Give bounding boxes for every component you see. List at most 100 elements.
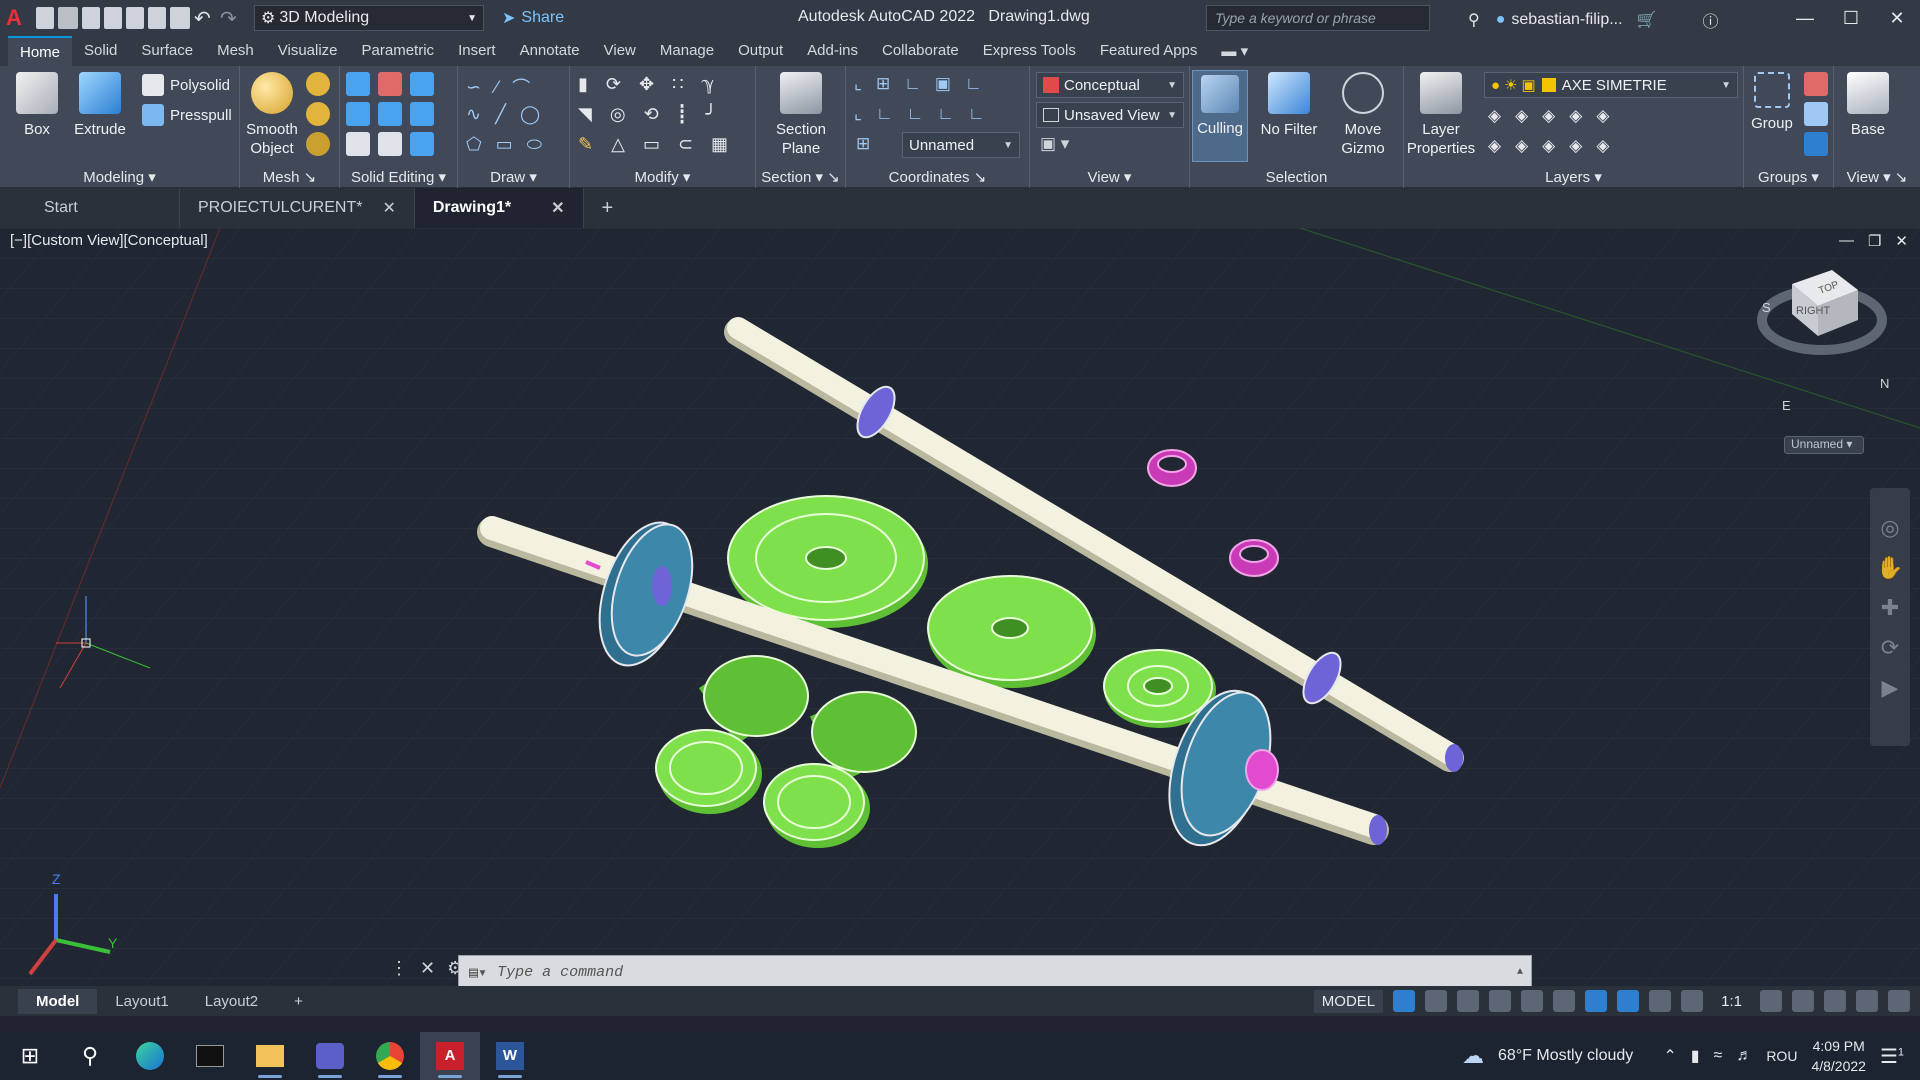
group-select-icon[interactable] (1804, 132, 1828, 156)
edge-browser-icon[interactable] (120, 1032, 180, 1080)
plus-icon[interactable] (1792, 990, 1814, 1012)
windows-start-icon[interactable]: ⊞ (0, 1032, 60, 1080)
ucs-y-icon[interactable]: ∟ (907, 104, 924, 124)
erase-icon[interactable]: ✎ (578, 134, 593, 155)
polysolid-button[interactable]: Polysolid (142, 74, 230, 96)
visual-style-dropdown[interactable]: Conceptual ▼ (1036, 72, 1184, 98)
draw-panel-label[interactable]: Draw ▾ (458, 168, 569, 186)
open-web-icon[interactable] (126, 7, 144, 29)
array-icon[interactable]: ∷ (672, 74, 683, 95)
layer-thaw-icon[interactable]: ◈ (1542, 136, 1555, 156)
workspace-dropdown[interactable]: ⚙ 3D Modeling ▼ (254, 5, 484, 31)
collar-2[interactable] (1229, 539, 1279, 577)
rotate3d-icon[interactable]: ⟳ (606, 74, 621, 95)
grid-array-icon[interactable]: ▦ (711, 134, 728, 155)
ellipse-icon[interactable]: ⬭ (527, 134, 542, 155)
ribbon-tab-mesh[interactable]: Mesh (205, 36, 266, 66)
ucs-object-icon[interactable]: ∟ (965, 74, 982, 94)
teams-icon[interactable] (300, 1032, 360, 1080)
named-view-dropdown[interactable]: Unsaved View ▼ (1036, 102, 1184, 128)
open-file-icon[interactable] (58, 7, 78, 29)
fullscreen-icon[interactable] (1856, 990, 1878, 1012)
shell-icon[interactable] (346, 132, 370, 156)
annotation-scale-icon[interactable] (1681, 990, 1704, 1012)
search-input[interactable]: Type a keyword or phrase (1206, 5, 1430, 31)
minimize-icon[interactable]: — (1839, 232, 1854, 250)
battery-icon[interactable]: ▮ (1691, 1046, 1700, 1066)
layer-unlock-icon[interactable]: ◈ (1569, 136, 1582, 156)
save-web-icon[interactable] (148, 7, 166, 29)
undo-icon[interactable]: ↶ (194, 6, 216, 31)
coordinates-panel-label[interactable]: Coordinates ↘ (846, 168, 1029, 186)
ucs-face-icon[interactable]: ⌞ (854, 104, 862, 124)
rotate-icon[interactable]: ⟲ (644, 104, 659, 125)
search-icon[interactable]: ⚲ (60, 1032, 120, 1080)
ribbon-tab-home[interactable]: Home (8, 36, 73, 66)
layer-isolate-icon[interactable]: ◈ (1515, 106, 1528, 126)
autocad-app-menu-icon[interactable]: A (6, 5, 32, 31)
input-language[interactable]: ROU (1766, 1048, 1797, 1064)
plot-icon[interactable] (170, 7, 190, 29)
mesh-sphere-icon[interactable] (306, 72, 330, 96)
mesh-refine-icon[interactable] (306, 102, 330, 126)
rectangle-icon[interactable]: ▭ (496, 134, 513, 155)
ucs-dropdown[interactable]: Unnamed ▼ (902, 132, 1020, 158)
model-space-button[interactable]: MODEL (1313, 989, 1384, 1013)
doc-tab-drawing1[interactable]: Drawing1* ✕ (414, 188, 584, 228)
isodraft-icon[interactable] (1521, 990, 1544, 1012)
ribbon-tab-featured-apps[interactable]: Featured Apps (1088, 36, 1210, 66)
line-icon[interactable]: ∕ (495, 77, 498, 98)
orbit-icon[interactable]: ⟳ (1870, 628, 1910, 668)
base-view-panel-label[interactable]: View ▾ ↘ (1834, 168, 1920, 186)
ucs-3pt-icon[interactable]: ∟ (968, 104, 985, 124)
ribbon-display-toggle-icon[interactable]: ▬ ▾ (1209, 36, 1260, 66)
snap-icon[interactable] (1425, 990, 1448, 1012)
chevron-up-icon[interactable]: ▲ (1517, 967, 1523, 978)
ribbon-tab-output[interactable]: Output (726, 36, 795, 66)
offset-icon[interactable]: ▭ (643, 134, 660, 155)
autocad-taskbar-icon[interactable]: A (420, 1032, 480, 1080)
layout-tab-layout1[interactable]: Layout1 (97, 989, 186, 1014)
auto-scale-icon[interactable] (1649, 990, 1672, 1012)
group-edit-icon[interactable] (1804, 102, 1828, 126)
workspace-gear-icon[interactable] (1760, 990, 1782, 1012)
move-gizmo-button[interactable]: Move Gizmo (1330, 72, 1396, 158)
command-history-icon[interactable]: ▤▾ (469, 963, 487, 982)
presspull-button[interactable]: Presspull (142, 104, 232, 126)
polar-icon[interactable] (1489, 990, 1512, 1012)
word-icon[interactable]: W (480, 1032, 540, 1080)
showmotion-icon[interactable]: ▶ (1870, 668, 1910, 708)
ribbon-tab-surface[interactable]: Surface (129, 36, 205, 66)
terminal-icon[interactable] (180, 1032, 240, 1080)
layer-lock-icon[interactable]: ◈ (1569, 106, 1582, 126)
slice-icon[interactable] (410, 72, 434, 96)
ribbon-tab-express-tools[interactable]: Express Tools (971, 36, 1088, 66)
clock[interactable]: 4:09 PM 4/8/2022 (1811, 1036, 1866, 1076)
close-icon[interactable]: ✕ (420, 958, 435, 979)
layer-on-icon[interactable]: ◈ (1488, 136, 1501, 156)
new-file-icon[interactable] (36, 7, 54, 29)
separate-icon[interactable] (378, 132, 402, 156)
base-button[interactable]: Base (1842, 72, 1894, 139)
drag-handle-icon[interactable]: ⋮ (390, 958, 408, 979)
layer-match-icon[interactable]: ◈ (1596, 106, 1609, 126)
restore-icon[interactable]: ❐ (1868, 232, 1881, 250)
close-icon[interactable]: ✕ (1874, 0, 1920, 36)
help-icon[interactable]: ⓘ (1702, 8, 1718, 32)
osnap-tracking-icon[interactable] (1553, 990, 1576, 1012)
close-icon[interactable]: ✕ (551, 198, 564, 218)
scale-icon[interactable]: ┋ (677, 104, 688, 125)
doc-tab-start[interactable]: Start (0, 188, 180, 228)
layer-off-icon[interactable]: ◈ (1488, 106, 1501, 126)
collar-1[interactable] (1147, 449, 1197, 487)
ucs-view-icon[interactable]: ▣ (935, 74, 951, 94)
ribbon-tab-view[interactable]: View (592, 36, 648, 66)
command-input[interactable]: ▤▾ Type a command ▲ (458, 955, 1532, 989)
ribbon-tab-add-ins[interactable]: Add-ins (795, 36, 870, 66)
new-tab-plus-icon[interactable]: + (584, 188, 632, 228)
doc-tab-proiect[interactable]: PROIECTULCURENT* ✕ (180, 188, 415, 228)
navigation-bar[interactable]: ◎ ✋ ✚ ⟳ ▶ (1870, 488, 1910, 746)
ribbon-tab-manage[interactable]: Manage (648, 36, 726, 66)
polyline-icon[interactable]: ∽ (466, 77, 481, 98)
ucs-name-dropdown[interactable]: Unnamed ▾ (1784, 436, 1864, 454)
